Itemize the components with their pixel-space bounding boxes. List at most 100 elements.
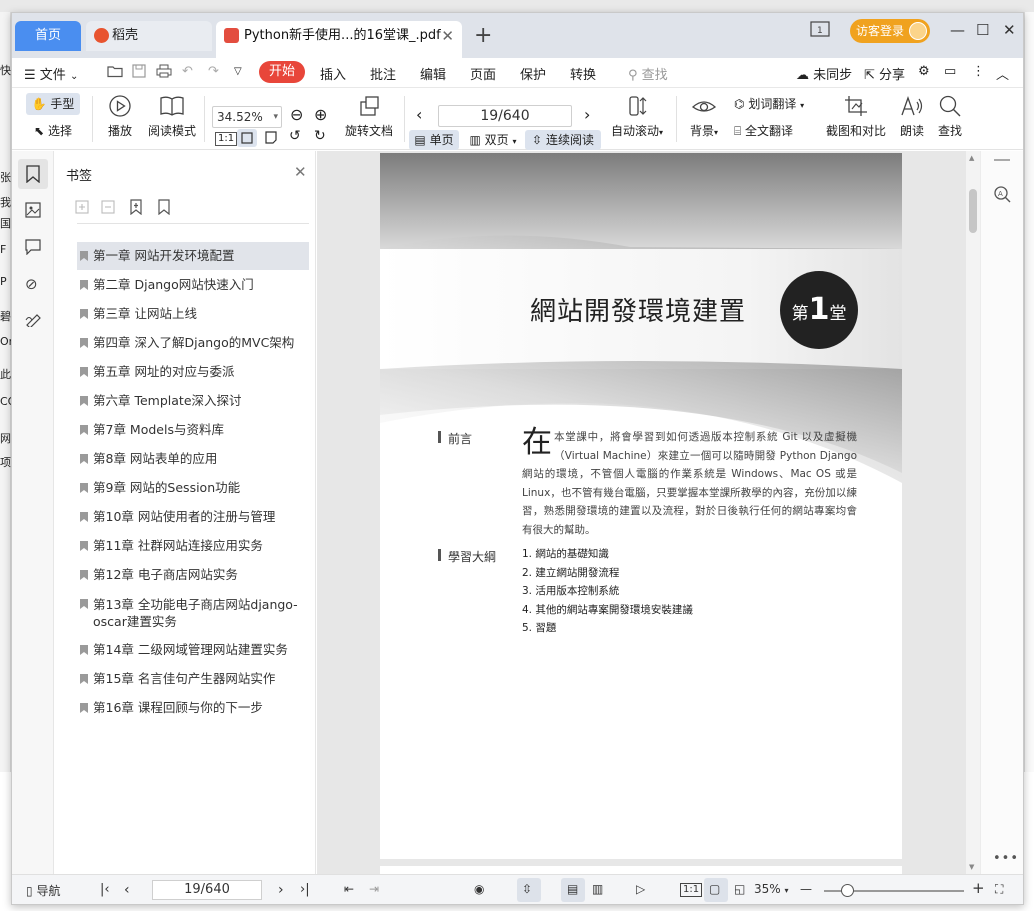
tab-insert[interactable]: 插入	[320, 64, 346, 83]
full-translate-button[interactable]: ⌸ 全文翻译	[734, 122, 793, 139]
zoom-in-icon[interactable]: +	[972, 879, 985, 897]
close-tab-icon[interactable]: ✕	[441, 21, 454, 51]
attachment-icon[interactable]: ⊘	[25, 275, 38, 293]
undo-icon[interactable]: ↶	[182, 64, 193, 79]
actual-size-icon[interactable]: 1:1	[215, 132, 238, 146]
back-icon[interactable]: ⇤	[344, 882, 354, 896]
next-page-icon[interactable]: ›	[278, 882, 284, 898]
bookmark-item[interactable]: 第15章 名言佳句产生器网站实作	[77, 665, 309, 693]
rotate-left-icon[interactable]: ↺	[289, 128, 301, 144]
guest-login-button[interactable]: 访客登录	[850, 19, 930, 43]
last-page-icon[interactable]: ›|	[300, 882, 310, 897]
tab-start[interactable]: 开始	[259, 61, 305, 83]
thumbnail-icon[interactable]	[25, 202, 41, 218]
share-button[interactable]: ⇱ 分享	[864, 64, 905, 83]
redo-icon[interactable]: ↷	[208, 64, 219, 79]
forward-icon[interactable]: ⇥	[369, 882, 379, 896]
hand-tool-button[interactable]: ✋ 手型	[26, 93, 80, 115]
vertical-scrollbar[interactable]: ▲ ▼	[966, 151, 980, 874]
scroll-up-icon[interactable]: ▲	[969, 154, 974, 162]
bookmark-item[interactable]: 第六章 Template深入探讨	[77, 387, 309, 415]
bookmark-item[interactable]: 第一章 网站开发环境配置	[77, 242, 309, 270]
bookmark-item[interactable]: 第9章 网站的Session功能	[77, 474, 309, 502]
comment-panel-icon[interactable]	[25, 239, 41, 255]
window-layout-icon[interactable]: 1	[810, 21, 830, 37]
zoom-slider-handle[interactable]	[841, 884, 854, 897]
close-icon[interactable]: ✕	[294, 163, 307, 181]
tab-protect[interactable]: 保护	[520, 64, 546, 83]
find-button[interactable]: 查找	[934, 94, 966, 139]
word-translate-button[interactable]: ⌬ 划词翻译 ▾	[734, 95, 804, 112]
rotate-document-button[interactable]: 旋转文档	[342, 94, 396, 139]
status-page-input[interactable]: 19/640	[152, 880, 262, 900]
play-button[interactable]: 播放	[102, 94, 138, 139]
single-page-mode-icon[interactable]: ▤	[567, 882, 578, 896]
bookmark-panel-icon[interactable]	[25, 165, 41, 183]
bookmark-item[interactable]: 第二章 Django网站快速入门	[77, 271, 309, 299]
next-page-icon[interactable]: ›	[584, 105, 590, 124]
continuous-reading-button[interactable]: ⇳ 连续阅读	[525, 130, 601, 150]
page-number-input[interactable]: 19/640	[438, 105, 572, 127]
fullscreen-icon[interactable]: ⛶	[995, 882, 1003, 897]
tab-home[interactable]: 首页	[15, 21, 81, 51]
eye-icon[interactable]: ◉	[474, 882, 484, 896]
read-aloud-button[interactable]: 朗读	[896, 94, 928, 139]
new-tab-button[interactable]: +	[474, 23, 492, 48]
tab-edit[interactable]: 编辑	[420, 64, 446, 83]
prev-page-icon[interactable]: ‹	[124, 882, 130, 898]
read-mode-button[interactable]: 阅读模式	[144, 94, 200, 139]
select-tool-button[interactable]: ⬉ 选择	[26, 120, 80, 142]
screenshot-compare-button[interactable]: 截图和对比	[824, 94, 888, 139]
background-button[interactable]: 背景▾	[684, 94, 724, 139]
tab-convert[interactable]: 转换	[570, 64, 596, 83]
actual-size-icon[interactable]: 1:1	[680, 883, 703, 897]
comment-icon[interactable]: ▭	[944, 64, 956, 79]
sync-status[interactable]: ☁ 未同步	[796, 64, 852, 83]
bookmark-item[interactable]: 第五章 网址的对应与委派	[77, 358, 309, 386]
bookmark-item[interactable]: 第12章 电子商店网站实务	[77, 561, 309, 589]
fit-width-icon[interactable]: ◱	[734, 882, 745, 896]
auto-scroll-button[interactable]: 自动滚动▾	[608, 94, 666, 139]
fit-page-icon[interactable]: ▢	[709, 882, 720, 896]
scrollbar-thumb[interactable]	[969, 189, 977, 233]
collapse-ribbon-icon[interactable]: ︿	[996, 64, 1009, 83]
zoom-select[interactable]: 35% ▾	[754, 882, 789, 896]
bookmark-item[interactable]: 第三章 让网站上线	[77, 300, 309, 328]
bookmark-item[interactable]: 第10章 网站使用者的注册与管理	[77, 503, 309, 531]
fit-page-icon[interactable]	[237, 129, 257, 147]
continuous-mode-icon[interactable]: ⇳	[522, 882, 532, 896]
bookmark-item[interactable]: 第8章 网站表单的应用	[77, 445, 309, 473]
prev-page-icon[interactable]: ‹	[416, 105, 422, 124]
tab-annotate[interactable]: 批注	[370, 64, 396, 83]
scroll-down-icon[interactable]: ▼	[969, 863, 974, 871]
bookmark-item[interactable]: 第11章 社群网站连接应用实务	[77, 532, 309, 560]
double-page-button[interactable]: ▥ 双页 ▾	[464, 130, 522, 150]
bookmark-item[interactable]: 第16章 课程回顾与你的下一步	[77, 694, 309, 722]
single-page-button[interactable]: ▤ 单页	[409, 130, 459, 150]
search-box[interactable]: ⚲ 查找	[628, 64, 668, 83]
fit-width-icon[interactable]	[264, 130, 278, 144]
more-horizontal-icon[interactable]: •••	[993, 851, 1019, 866]
signature-icon[interactable]	[25, 311, 42, 327]
file-menu[interactable]: ☰ 文件 ⌄	[24, 64, 78, 83]
navigation-toggle[interactable]: ▯ 导航	[26, 882, 60, 899]
zoom-select[interactable]: 34.52% ▾	[212, 106, 282, 128]
save-icon[interactable]	[132, 64, 146, 78]
tab-pdf-document[interactable]: Python新手使用...的16堂课_.pdf ✕	[216, 21, 462, 58]
print-icon[interactable]	[156, 64, 172, 78]
close-window-button[interactable]: ✕	[1003, 21, 1016, 39]
more-vertical-icon[interactable]: ⋮	[972, 64, 985, 79]
zoom-out-icon[interactable]: ⊖	[290, 105, 303, 124]
double-page-mode-icon[interactable]: ▥	[592, 882, 603, 896]
bookmark-item[interactable]: 第14章 二级网域管理网站建置实务	[77, 636, 309, 664]
bookmark-item[interactable]: 第7章 Models与资料库	[77, 416, 309, 444]
rotate-right-icon[interactable]: ↻	[314, 128, 326, 144]
open-folder-icon[interactable]	[107, 64, 123, 78]
ai-search-icon[interactable]: A	[993, 185, 1011, 203]
first-page-icon[interactable]: |‹	[100, 882, 110, 897]
settings-icon[interactable]: ⚙	[918, 64, 930, 79]
quick-access-dropdown-icon[interactable]: ▽	[234, 66, 242, 77]
maximize-button[interactable]: ☐	[976, 21, 989, 39]
play-icon[interactable]: ▷	[636, 882, 645, 896]
bookmark-item[interactable]: 第13章 全功能电子商店网站django-oscar建置实务	[77, 590, 309, 636]
